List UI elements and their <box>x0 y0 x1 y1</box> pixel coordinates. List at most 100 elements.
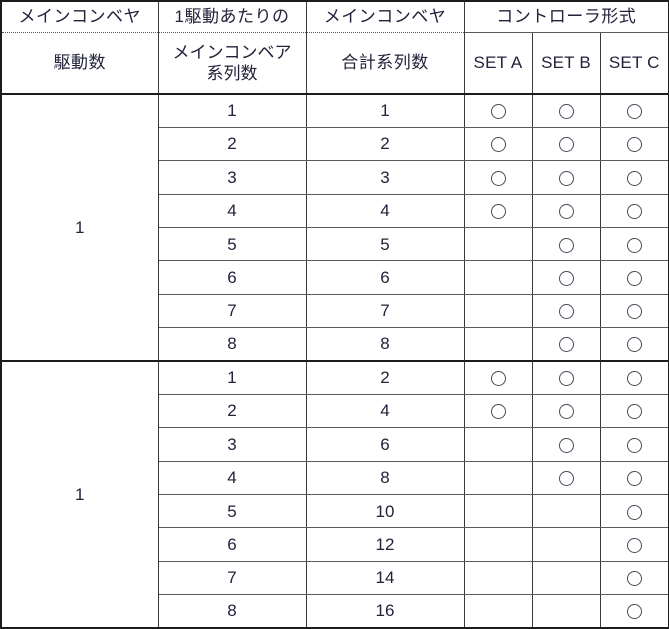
circle-mark-icon <box>626 537 642 553</box>
cell-series-count: 6 <box>158 260 307 295</box>
cell-set-a <box>464 327 533 363</box>
circle-mark-icon <box>626 371 642 387</box>
circle-mark-icon <box>626 404 642 420</box>
circle-mark-icon <box>490 137 506 153</box>
circle-mark-icon <box>626 204 642 220</box>
cell-set-b <box>532 94 601 128</box>
cell-total-series: 12 <box>306 527 465 562</box>
circle-mark-icon <box>558 304 574 320</box>
cell-set-b <box>532 294 601 329</box>
cell-set-a <box>464 361 533 395</box>
circle-mark-icon <box>626 104 642 120</box>
cell-set-b <box>532 494 601 529</box>
circle-mark-icon <box>626 604 642 620</box>
circle-mark-icon <box>558 270 574 286</box>
circle-mark-icon <box>626 471 642 487</box>
cell-series-count: 8 <box>158 327 307 363</box>
header-set-b: SET B <box>532 32 601 95</box>
cell-set-c <box>600 561 669 596</box>
circle-mark-icon <box>490 204 506 220</box>
circle-mark-icon <box>626 270 642 286</box>
cell-set-a <box>464 194 533 229</box>
cell-total-series: 10 <box>306 494 465 529</box>
cell-series-count: 4 <box>158 194 307 229</box>
cell-series-count: 7 <box>158 294 307 329</box>
header-row-bottom: 駆動数 メインコンベア 系列数 合計系列数 SET A SET B SET C <box>0 32 669 95</box>
cell-set-a <box>464 561 533 596</box>
cell-set-c <box>600 594 669 629</box>
circle-mark-icon <box>626 437 642 453</box>
circle-mark-icon <box>558 104 574 120</box>
cell-series-count: 8 <box>158 594 307 629</box>
header-set-a: SET A <box>464 32 533 95</box>
cell-set-a <box>464 94 533 128</box>
cell-set-b <box>532 160 601 195</box>
header-set-c: SET C <box>600 32 669 95</box>
cell-set-a <box>464 527 533 562</box>
cell-set-c <box>600 527 669 562</box>
circle-mark-icon <box>626 571 642 587</box>
circle-mark-icon <box>558 237 574 253</box>
cell-set-c <box>600 461 669 496</box>
cell-set-c <box>600 394 669 429</box>
circle-mark-icon <box>626 304 642 320</box>
cell-total-series: 6 <box>306 260 465 295</box>
cell-total-series: 3 <box>306 160 465 195</box>
circle-mark-icon <box>626 337 642 353</box>
header-row-top: メインコンベヤ 1駆動あたりの メインコンベヤ コントローラ形式 <box>0 0 669 33</box>
cell-set-c <box>600 160 669 195</box>
header-total-series: 合計系列数 <box>306 32 465 95</box>
table-row: 112 <box>0 361 669 629</box>
circle-mark-icon <box>558 337 574 353</box>
cell-set-c <box>600 127 669 162</box>
circle-mark-icon <box>558 437 574 453</box>
cell-set-c <box>600 427 669 462</box>
cell-set-c <box>600 361 669 395</box>
header-controller-type-group: コントローラ形式 <box>464 0 669 33</box>
circle-mark-icon <box>626 504 642 520</box>
cell-series-count: 5 <box>158 494 307 529</box>
cell-set-c <box>600 494 669 529</box>
table-row: 111 <box>0 94 669 362</box>
circle-mark-icon <box>558 371 574 387</box>
cell-total-series: 2 <box>306 127 465 162</box>
cell-set-a <box>464 461 533 496</box>
header-series-per-drive-top: 1駆動あたりの <box>158 0 307 33</box>
cell-set-c <box>600 194 669 229</box>
circle-mark-icon <box>490 404 506 420</box>
cell-set-a <box>464 594 533 629</box>
cell-total-series: 2 <box>306 361 465 395</box>
cell-total-series: 8 <box>306 327 465 363</box>
cell-set-c <box>600 227 669 262</box>
cell-total-series: 1 <box>306 94 465 128</box>
circle-mark-icon <box>626 237 642 253</box>
cell-set-c <box>600 294 669 329</box>
circle-mark-icon <box>558 471 574 487</box>
cell-series-count: 3 <box>158 427 307 462</box>
cell-set-b <box>532 194 601 229</box>
cell-set-b <box>532 461 601 496</box>
header-series-line1: メインコンベア <box>172 42 292 62</box>
cell-total-series: 5 <box>306 227 465 262</box>
cell-series-count: 2 <box>158 394 307 429</box>
cell-total-series: 14 <box>306 561 465 596</box>
cell-set-a <box>464 260 533 295</box>
header-series-line2: 系列数 <box>206 63 258 83</box>
cell-set-b <box>532 127 601 162</box>
cell-series-count: 3 <box>158 160 307 195</box>
cell-total-series: 16 <box>306 594 465 629</box>
cell-set-a <box>464 394 533 429</box>
circle-mark-icon <box>626 170 642 186</box>
cell-set-a <box>464 127 533 162</box>
circle-mark-icon <box>490 170 506 186</box>
cell-set-b <box>532 361 601 395</box>
cell-series-count: 7 <box>158 561 307 596</box>
cell-set-b <box>532 594 601 629</box>
header-drive-count-top: メインコンベヤ <box>0 0 159 33</box>
circle-mark-icon <box>626 137 642 153</box>
cell-set-b <box>532 260 601 295</box>
table-header: メインコンベヤ 1駆動あたりの メインコンベヤ コントローラ形式 駆動数 メイン… <box>0 0 669 95</box>
cell-set-c <box>600 94 669 128</box>
cell-total-series: 4 <box>306 194 465 229</box>
circle-mark-icon <box>558 137 574 153</box>
